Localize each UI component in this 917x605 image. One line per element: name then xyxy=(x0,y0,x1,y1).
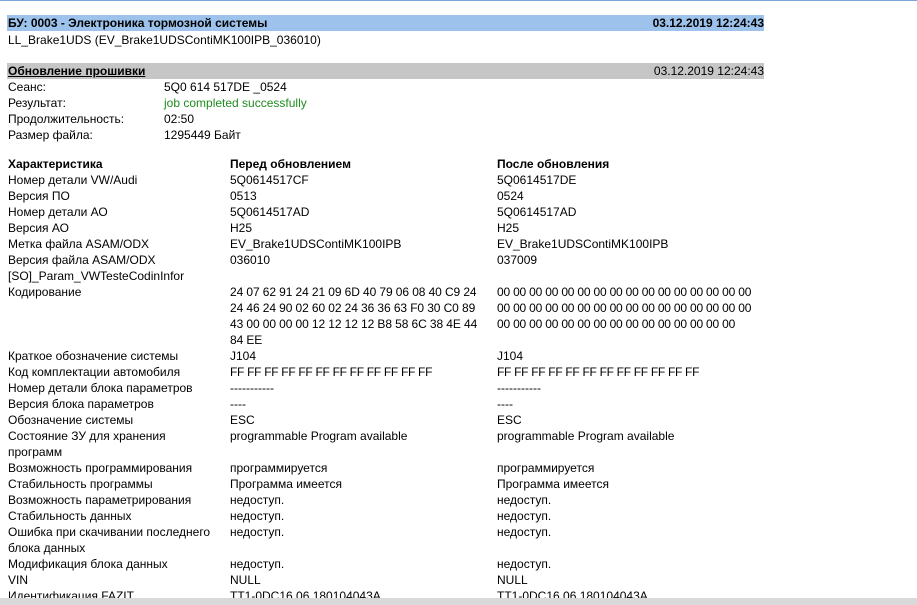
row-after: недоступ. xyxy=(497,509,552,523)
ecu-header: БУ: 0003 - Электроника тормозной системы… xyxy=(7,15,764,31)
row-after: Программа имеется xyxy=(497,477,609,491)
row-label: Номер детали VW/Audi xyxy=(8,173,138,187)
row-label: Версия АО xyxy=(8,221,69,235)
session-value: 5Q0 614 517DE _0524 xyxy=(164,80,287,94)
row-before: J104 xyxy=(230,349,257,363)
row-label: Состояние ЗУ для хранения программ xyxy=(8,429,166,459)
section-header: Обновление прошивки 03.12.2019 12:24:43 xyxy=(7,63,764,79)
row-after: ---- xyxy=(497,397,513,411)
session-label: Сеанс: xyxy=(8,80,46,94)
row-before: ---- xyxy=(230,397,246,411)
result-label: Результат: xyxy=(8,96,66,110)
row-label: Номер детали АО xyxy=(8,205,108,219)
row-before: ESC xyxy=(230,413,255,427)
row-after: 0524 xyxy=(497,189,524,203)
duration-value: 02:50 xyxy=(164,112,195,126)
top-border xyxy=(0,0,917,1)
row-before: 5Q0614517AD xyxy=(230,205,310,219)
col-header-characteristic: Характеристика xyxy=(8,157,103,171)
row-before: EV_Brake1UDSContiMK100IPB xyxy=(230,237,402,251)
row-label: Метка файла ASAM/ODX xyxy=(8,237,150,251)
ecu-title: БУ: 0003 - Электроника тормозной системы xyxy=(8,16,268,30)
coding-after: 00 00 00 00 00 00 00 00 00 00 00 00 00 0… xyxy=(497,285,752,331)
row-label: [SO]_Param_VWTesteCodinInfor xyxy=(8,269,185,283)
row-before: ----------- xyxy=(230,381,274,395)
section-datetime: 03.12.2019 12:24:43 xyxy=(653,64,764,78)
row-label: Номер детали блока параметров xyxy=(8,381,193,395)
row-before: 5Q0614517CF xyxy=(230,173,309,187)
row-after: programmable Program available xyxy=(497,429,675,443)
section-title: Обновление прошивки xyxy=(8,64,146,78)
row-before: 036010 xyxy=(230,253,271,267)
row-before: недоступ. xyxy=(230,525,285,539)
row-after: FF FF FF FF FF FF FF FF FF FF FF FF xyxy=(497,365,700,379)
row-before: программируется xyxy=(230,461,328,475)
row-label: Стабильность данных xyxy=(8,509,132,523)
col-header-after: После обновления xyxy=(497,157,610,171)
coding-before: 24 07 62 91 24 21 09 6D 40 79 06 08 40 C… xyxy=(230,285,478,347)
row-label: Версия файла ASAM/ODX xyxy=(8,253,156,267)
row-after: NULL xyxy=(497,573,528,587)
result-value: job completed successfully xyxy=(164,96,307,110)
row-after: ESC xyxy=(497,413,522,427)
filesize-value: 1295449 Байт xyxy=(164,128,241,142)
duration-label: Продолжительность: xyxy=(8,112,125,126)
row-label: Стабильность программы xyxy=(8,477,153,491)
row-label: Код комплектации автомобиля xyxy=(8,365,181,379)
row-label: Обозначение системы xyxy=(8,413,134,427)
row-after: недоступ. xyxy=(497,493,552,507)
row-after: недоступ. xyxy=(497,557,552,571)
row-before: FF FF FF FF FF FF FF FF FF FF FF FF xyxy=(230,365,433,379)
row-before: недоступ. xyxy=(230,509,285,523)
ecu-datetime: 03.12.2019 12:24:43 xyxy=(652,16,764,30)
row-after: 5Q0614517AD xyxy=(497,205,577,219)
row-after: программируется xyxy=(497,461,595,475)
row-label: VIN xyxy=(8,573,29,587)
row-before: 0513 xyxy=(230,189,257,203)
row-label: Версия ПО xyxy=(8,189,70,203)
row-before: H25 xyxy=(230,221,253,235)
row-label: Модификация блока данных xyxy=(8,557,168,571)
row-after: ----------- xyxy=(497,381,541,395)
row-label: Кодирование xyxy=(8,285,82,299)
col-header-before: Перед обновлением xyxy=(230,157,351,171)
row-after: 037009 xyxy=(497,253,538,267)
row-after: EV_Brake1UDSContiMK100IPB xyxy=(497,237,669,251)
row-after: H25 xyxy=(497,221,520,235)
row-label: Версия блока параметров xyxy=(8,397,154,411)
row-before: NULL xyxy=(230,573,261,587)
row-before: недоступ. xyxy=(230,493,285,507)
row-label: Возможность программирования xyxy=(8,461,193,475)
row-after: 5Q0614517DE xyxy=(497,173,577,187)
row-label: Ошибка при скачивании последнего блока д… xyxy=(8,525,211,555)
row-after: недоступ. xyxy=(497,525,552,539)
row-label: Возможность параметрирования xyxy=(8,493,192,507)
ecu-subtitle: LL_Brake1UDS (EV_Brake1UDSContiMK100IPB_… xyxy=(8,33,321,47)
row-before: Программа имеется xyxy=(230,477,342,491)
row-after: J104 xyxy=(497,349,524,363)
row-before: programmable Program available xyxy=(230,429,408,443)
row-before: недоступ. xyxy=(230,557,285,571)
filesize-label: Размер файла: xyxy=(8,128,93,142)
row-label: Краткое обозначение системы xyxy=(8,349,179,363)
bottom-edge xyxy=(0,598,917,605)
